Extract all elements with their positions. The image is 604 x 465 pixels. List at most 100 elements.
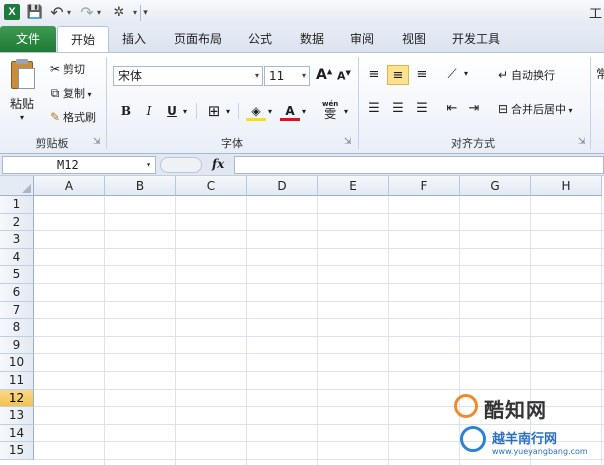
column-header-b[interactable]: B bbox=[105, 176, 176, 196]
row-header-5[interactable]: 5 bbox=[0, 266, 34, 284]
phonetic-dropdown-icon[interactable]: ▾ bbox=[344, 107, 348, 116]
align-bottom-icon[interactable]: ≡ bbox=[411, 65, 433, 85]
tab-data[interactable]: 数据 bbox=[292, 26, 332, 52]
tools-dropdown-icon[interactable]: ▾ bbox=[130, 5, 140, 21]
grow-font-button[interactable]: A▲ bbox=[316, 67, 332, 83]
scissors-icon: ✂ bbox=[49, 62, 61, 76]
column-header-f[interactable]: F bbox=[389, 176, 460, 196]
grid-row-line bbox=[34, 353, 604, 355]
font-color-dropdown-icon[interactable]: ▾ bbox=[302, 107, 306, 116]
row-header-11[interactable]: 11 bbox=[0, 372, 34, 390]
window-title: 工 bbox=[588, 7, 602, 22]
redo-icon[interactable]: ↷ bbox=[80, 5, 94, 21]
separator bbox=[196, 103, 197, 119]
copy-button[interactable]: ⧉ 复制 ▾ bbox=[46, 83, 93, 105]
customize-qat-icon[interactable]: ▾ bbox=[140, 5, 150, 21]
fill-color-icon[interactable]: ◈ bbox=[246, 101, 266, 121]
select-all-corner[interactable] bbox=[0, 176, 34, 196]
row-header-6[interactable]: 6 bbox=[0, 284, 34, 302]
row-header-15[interactable]: 15 bbox=[0, 442, 34, 460]
align-center-icon[interactable]: ☰ bbox=[387, 99, 409, 119]
row-header-4[interactable]: 4 bbox=[0, 248, 34, 267]
undo-icon[interactable]: ↶ bbox=[50, 5, 64, 21]
cut-button[interactable]: ✂ 剪切 bbox=[46, 59, 86, 80]
row-header-14[interactable]: 14 bbox=[0, 424, 34, 443]
column-header-g[interactable]: G bbox=[460, 176, 531, 196]
underline-dropdown-icon[interactable]: ▾ bbox=[183, 107, 187, 116]
decrease-indent-icon[interactable]: ⇤ bbox=[441, 99, 463, 119]
formula-input[interactable] bbox=[234, 156, 604, 174]
italic-button[interactable]: I bbox=[139, 101, 159, 121]
undo-dropdown-icon[interactable]: ▾ bbox=[64, 5, 74, 21]
tab-file[interactable]: 文件 bbox=[0, 26, 56, 52]
column-header-c[interactable]: C bbox=[176, 176, 247, 196]
chevron-down-icon: ▾ bbox=[301, 71, 306, 80]
merge-center-button[interactable]: ⊟ 合并后居中 ▾ bbox=[494, 99, 574, 121]
font-size-select[interactable]: 11 ▾ bbox=[264, 66, 310, 86]
align-top-icon[interactable]: ≡ bbox=[363, 65, 385, 85]
tab-page-layout[interactable]: 页面布局 bbox=[168, 26, 228, 52]
column-header-a[interactable]: A bbox=[34, 176, 105, 196]
ribbon-tabs: 文件 开始 插入 页面布局 公式 数据 审阅 视图 开发工具 bbox=[0, 26, 604, 52]
merge-icon: ⊟ bbox=[497, 102, 509, 116]
align-right-icon[interactable]: ☰ bbox=[411, 99, 433, 119]
save-icon[interactable]: 💾 bbox=[26, 5, 44, 21]
align-left-icon[interactable]: ☰ bbox=[363, 99, 385, 119]
font-launcher-icon[interactable]: ⇲ bbox=[344, 137, 352, 147]
name-box[interactable]: M12 ▾ bbox=[2, 156, 156, 174]
format-painter-button[interactable]: ✎ 格式刷 bbox=[46, 107, 97, 128]
excel-logo-icon[interactable]: X bbox=[4, 4, 20, 20]
wrap-text-button[interactable]: ↵ 自动换行 bbox=[494, 65, 556, 86]
alignment-launcher-icon[interactable]: ⇲ bbox=[578, 137, 586, 147]
watermark-text-2: 越羊南行网 bbox=[492, 432, 558, 447]
grid-row-line bbox=[34, 265, 604, 267]
tab-formulas[interactable]: 公式 bbox=[240, 26, 280, 52]
separator bbox=[106, 57, 107, 149]
tab-developer[interactable]: 开发工具 bbox=[446, 26, 506, 52]
fill-dropdown-icon[interactable]: ▾ bbox=[268, 107, 272, 116]
align-middle-icon[interactable]: ≡ bbox=[387, 65, 409, 85]
clipboard-launcher-icon[interactable]: ⇲ bbox=[93, 137, 101, 147]
orientation-icon[interactable]: ⟋ bbox=[441, 65, 463, 85]
bold-button[interactable]: B bbox=[116, 101, 136, 121]
orientation-dropdown-icon[interactable]: ▾ bbox=[464, 69, 468, 78]
font-name-select[interactable]: 宋体 ▾ bbox=[113, 66, 263, 86]
column-header-d[interactable]: D bbox=[247, 176, 318, 196]
grid-row-line bbox=[34, 283, 604, 284]
row-header-3[interactable]: 3 bbox=[0, 231, 34, 249]
row-header-12[interactable]: 12 bbox=[0, 389, 34, 408]
paste-dropdown-icon[interactable]: ▾ bbox=[20, 113, 24, 122]
row-header-2[interactable]: 2 bbox=[0, 213, 34, 232]
redo-dropdown-icon[interactable]: ▾ bbox=[94, 5, 104, 21]
insert-function-icon[interactable]: fx bbox=[212, 157, 224, 171]
row-header-8[interactable]: 8 bbox=[0, 319, 34, 337]
increase-indent-icon[interactable]: ⇥ bbox=[463, 99, 485, 119]
row-header-10[interactable]: 10 bbox=[0, 354, 34, 372]
formula-bar: M12 ▾ fx bbox=[0, 154, 604, 176]
borders-dropdown-icon[interactable]: ▾ bbox=[226, 107, 230, 116]
chevron-down-icon: ▾ bbox=[254, 71, 259, 80]
tab-review[interactable]: 审阅 bbox=[342, 26, 382, 52]
column-header-h[interactable]: H bbox=[531, 176, 602, 196]
underline-button[interactable]: U bbox=[162, 101, 182, 121]
column-header-e[interactable]: E bbox=[318, 176, 389, 196]
row-header-13[interactable]: 13 bbox=[0, 407, 34, 425]
font-color-icon[interactable]: A bbox=[280, 101, 300, 121]
row-header-7[interactable]: 7 bbox=[0, 301, 34, 320]
row-header-9[interactable]: 9 bbox=[0, 336, 34, 355]
grid-row-line bbox=[34, 212, 604, 214]
paste-icon[interactable] bbox=[8, 59, 38, 93]
tab-home[interactable]: 开始 bbox=[57, 26, 109, 52]
alignment-group-label: 对齐方式 bbox=[451, 137, 495, 150]
tab-view[interactable]: 视图 bbox=[394, 26, 434, 52]
watermark-logo-icon bbox=[454, 394, 478, 418]
row-header-1[interactable]: 1 bbox=[0, 196, 34, 214]
borders-icon[interactable]: ⊞ bbox=[204, 101, 224, 121]
tab-insert[interactable]: 插入 bbox=[114, 26, 154, 52]
phonetic-button[interactable]: wén 雯 bbox=[322, 99, 338, 120]
tools-icon[interactable]: ✲ bbox=[110, 5, 128, 21]
font-group-label: 字体 bbox=[221, 137, 243, 150]
paste-button[interactable]: 粘贴 bbox=[10, 95, 34, 112]
watermark-wifi-icon bbox=[460, 426, 486, 452]
shrink-font-button[interactable]: A▼ bbox=[337, 69, 351, 83]
